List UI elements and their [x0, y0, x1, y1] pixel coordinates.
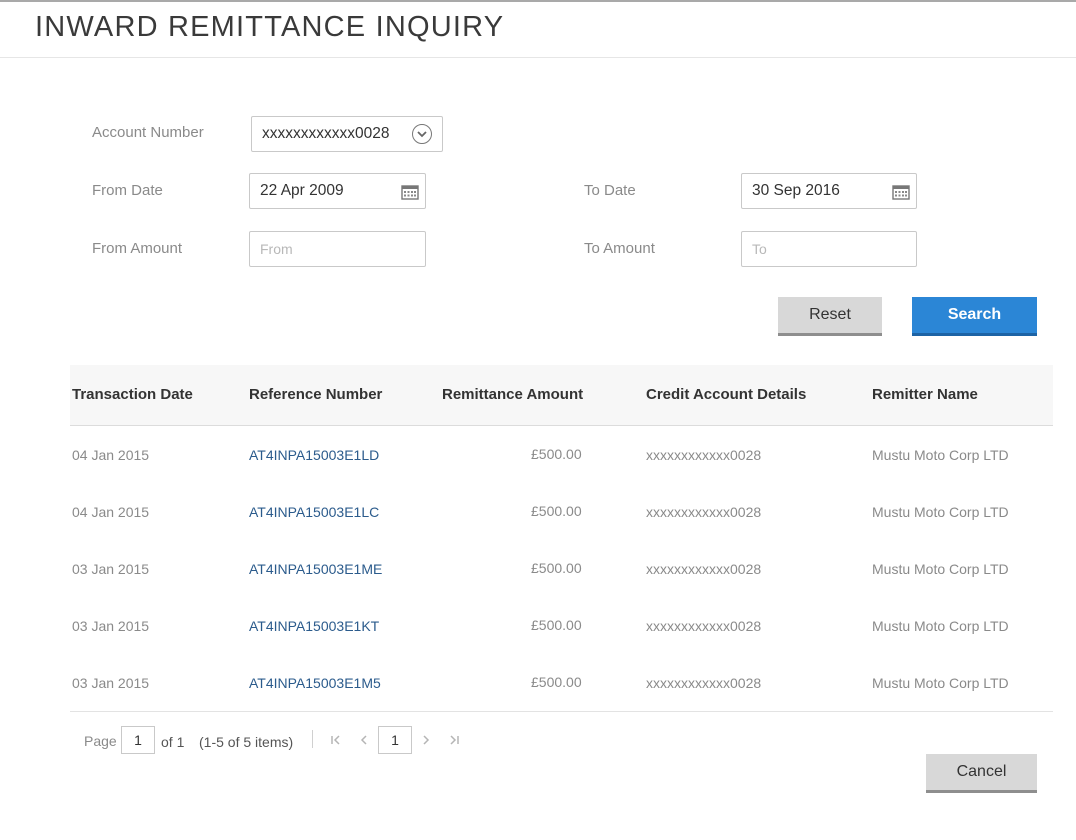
page-header: INWARD REMITTANCE INQUIRY — [0, 2, 1076, 58]
row-amount: £500.00 — [531, 617, 582, 633]
table-row: 03 Jan 2015 AT4INPA15003E1M5 £500.00 xxx… — [70, 654, 1053, 711]
from-date-label: From Date — [92, 182, 163, 199]
header-remitter-name: Remitter Name — [872, 386, 978, 403]
row-amount: £500.00 — [531, 560, 582, 576]
row-account: xxxxxxxxxxxx0028 — [646, 618, 762, 634]
current-page-button[interactable]: 1 — [378, 726, 412, 754]
reference-link[interactable]: AT4INPA15003E1KT — [249, 618, 379, 634]
table-row: 04 Jan 2015 AT4INPA15003E1LD £500.00 xxx… — [70, 426, 1053, 483]
from-amount-placeholder: From — [260, 241, 293, 257]
row-date: 04 Jan 2015 — [72, 504, 150, 520]
table-row: 04 Jan 2015 AT4INPA15003E1LC £500.00 xxx… — [70, 483, 1053, 540]
row-amount: £500.00 — [531, 503, 582, 519]
account-number-label: Account Number — [92, 124, 204, 141]
from-date-value: 22 Apr 2009 — [260, 182, 344, 199]
from-date-field[interactable]: 22 Apr 2009 — [249, 173, 426, 209]
calendar-icon[interactable] — [892, 184, 910, 205]
row-date: 04 Jan 2015 — [72, 447, 150, 463]
row-remitter: Mustu Moto Corp LTD — [872, 504, 1009, 520]
pager-page-label: Page — [84, 733, 117, 749]
row-remitter: Mustu Moto Corp LTD — [872, 618, 1009, 634]
to-amount-input[interactable]: To — [741, 231, 917, 267]
to-date-value: 30 Sep 2016 — [752, 182, 840, 199]
page-number-input[interactable]: 1 — [121, 726, 155, 754]
table-footer-divider — [70, 711, 1053, 712]
last-page-icon[interactable] — [448, 733, 460, 749]
from-amount-label: From Amount — [92, 240, 183, 257]
reference-link[interactable]: AT4INPA15003E1LC — [249, 504, 379, 520]
reset-button[interactable]: Reset — [778, 297, 882, 336]
row-account: xxxxxxxxxxxx0028 — [646, 447, 762, 463]
header-remittance-amount: Remittance Amount — [442, 386, 584, 403]
to-amount-label: To Amount — [584, 240, 655, 257]
row-amount: £500.00 — [531, 446, 582, 462]
chevron-down-icon[interactable] — [412, 124, 432, 144]
row-account: xxxxxxxxxxxx0028 — [646, 504, 762, 520]
calendar-icon[interactable] — [401, 184, 419, 205]
header-reference-number: Reference Number — [249, 386, 383, 403]
page-title: INWARD REMITTANCE INQUIRY — [35, 11, 505, 43]
row-remitter: Mustu Moto Corp LTD — [872, 675, 1009, 691]
from-amount-input[interactable]: From — [249, 231, 426, 267]
reference-link[interactable]: AT4INPA15003E1ME — [249, 561, 382, 577]
reference-link[interactable]: AT4INPA15003E1LD — [249, 447, 379, 463]
next-page-icon[interactable] — [420, 733, 432, 749]
row-remitter: Mustu Moto Corp LTD — [872, 447, 1009, 463]
to-date-label: To Date — [584, 182, 636, 199]
table-row: 03 Jan 2015 AT4INPA15003E1KT £500.00 xxx… — [70, 597, 1053, 654]
row-account: xxxxxxxxxxxx0028 — [646, 561, 762, 577]
reference-link[interactable]: AT4INPA15003E1M5 — [249, 675, 381, 691]
row-amount: £500.00 — [531, 674, 582, 690]
pager-of-label: of 1 — [161, 734, 185, 750]
first-page-icon[interactable] — [330, 733, 342, 749]
table-row: 03 Jan 2015 AT4INPA15003E1ME £500.00 xxx… — [70, 540, 1053, 597]
cancel-button[interactable]: Cancel — [926, 754, 1037, 793]
row-account: xxxxxxxxxxxx0028 — [646, 675, 762, 691]
account-number-value: xxxxxxxxxxxx0028 — [262, 125, 390, 142]
search-button[interactable]: Search — [912, 297, 1037, 336]
prev-page-icon[interactable] — [358, 733, 370, 749]
pager-divider — [312, 730, 313, 748]
table-header: Transaction Date Reference Number Remitt… — [70, 365, 1053, 426]
header-credit-account-details: Credit Account Details — [646, 386, 807, 403]
header-transaction-date: Transaction Date — [72, 386, 193, 403]
row-remitter: Mustu Moto Corp LTD — [872, 561, 1009, 577]
to-date-field[interactable]: 30 Sep 2016 — [741, 173, 917, 209]
account-number-select[interactable]: xxxxxxxxxxxx0028 — [251, 116, 443, 152]
row-date: 03 Jan 2015 — [72, 675, 150, 691]
to-amount-placeholder: To — [752, 241, 767, 257]
row-date: 03 Jan 2015 — [72, 618, 150, 634]
pager-items-label: (1-5 of 5 items) — [199, 734, 294, 750]
row-date: 03 Jan 2015 — [72, 561, 150, 577]
